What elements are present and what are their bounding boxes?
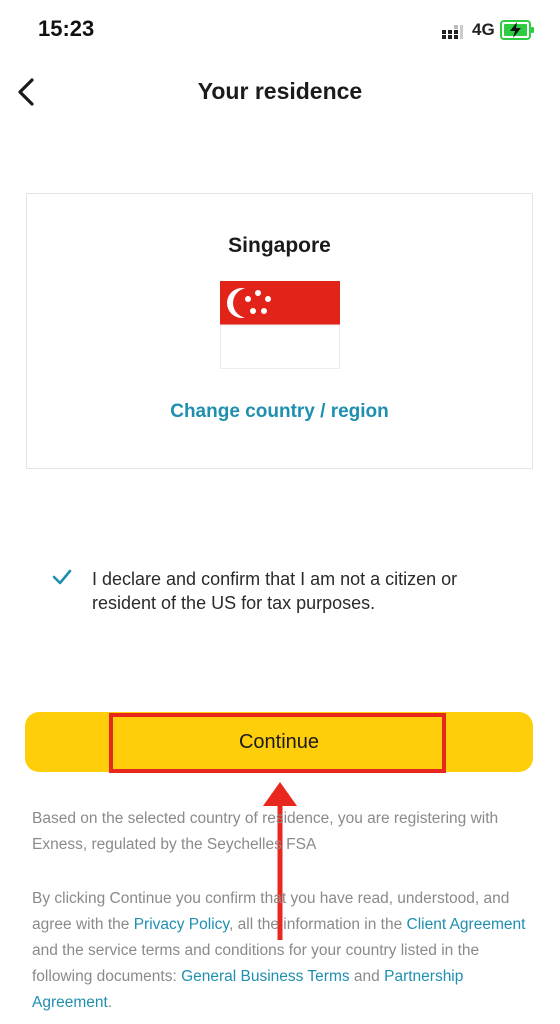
page-title: Your residence (197, 78, 363, 104)
privacy-policy-link[interactable]: Privacy Policy (134, 916, 229, 933)
consent-text: By clicking Continue you confirm that yo… (32, 886, 532, 1016)
status-bar: 15:23 4G (0, 0, 560, 60)
country-name: Singapore (228, 234, 331, 257)
continue-button[interactable]: Continue (25, 712, 533, 772)
consent-text-part: . (107, 994, 113, 1011)
singapore-flag-icon (220, 281, 340, 369)
signal-icon (442, 25, 463, 39)
battery-charging-icon (500, 20, 534, 40)
checkmark-icon[interactable] (52, 567, 72, 587)
consent-text-part: , all the information in the (229, 916, 407, 933)
country-card: Singapore Change country / region (26, 193, 533, 469)
status-time: 15:23 (38, 16, 95, 41)
general-business-terms-link[interactable]: General Business Terms (181, 968, 350, 985)
continue-label: Continue (238, 731, 320, 753)
client-agreement-link[interactable]: Client Agreement (407, 916, 526, 933)
declaration-text: I declare and confirm that I am not a ci… (92, 569, 458, 613)
change-country-link[interactable]: Change country / region (27, 401, 532, 423)
registration-info: Based on the selected country of residen… (32, 810, 499, 853)
network-label: 4G (472, 20, 495, 39)
consent-text-part: and (349, 968, 385, 985)
